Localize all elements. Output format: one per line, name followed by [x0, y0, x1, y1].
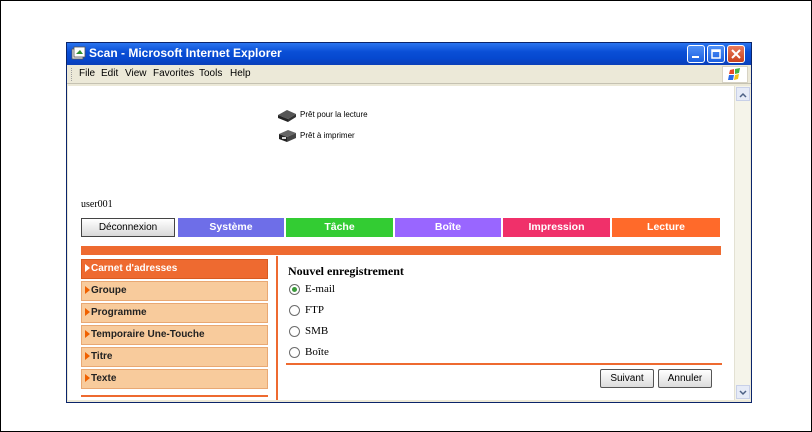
window-title: Scan - Microsoft Internet Explorer: [89, 46, 282, 60]
windows-logo-icon: [722, 66, 748, 83]
sidebar-item-titre[interactable]: Titre: [81, 347, 268, 367]
vertical-divider: [276, 256, 278, 400]
tab-lecture[interactable]: Lecture: [612, 218, 720, 237]
logout-button[interactable]: Déconnexion: [81, 218, 175, 237]
radio-label: E-mail: [305, 283, 335, 295]
sidebar-item-groupe[interactable]: Groupe: [81, 281, 268, 301]
browser-window: Scan - Microsoft Internet Explorer File …: [66, 42, 752, 403]
radio-button[interactable]: [289, 347, 300, 358]
tab-boite[interactable]: Boîte: [395, 218, 501, 237]
menu-favorites[interactable]: Favorites: [153, 68, 194, 79]
sidebar-divider: [81, 395, 268, 397]
minimize-icon: [692, 56, 699, 58]
maximize-button[interactable]: [707, 45, 725, 63]
menu-view[interactable]: View: [125, 68, 147, 79]
maximize-icon: [711, 49, 721, 59]
print-status-text: Prêt à imprimer: [300, 131, 355, 140]
arrow-right-icon: [85, 330, 90, 338]
sidebar-item-label: Groupe: [91, 285, 127, 296]
tab-tache[interactable]: Tâche: [286, 218, 393, 237]
radio-label: SMB: [305, 325, 329, 337]
menu-tools[interactable]: Tools: [199, 68, 222, 79]
arrow-right-icon: [85, 308, 90, 316]
radio-label: FTP: [305, 304, 324, 316]
scroll-down-button[interactable]: [736, 385, 750, 399]
sidebar-item-label: Programme: [91, 307, 147, 318]
form-title: Nouvel enregistrement: [288, 264, 404, 278]
radio-button[interactable]: [289, 305, 300, 316]
sidebar-item-temporaire-une-touche[interactable]: Temporaire Une-Touche: [81, 325, 268, 345]
next-button[interactable]: Suivant: [600, 369, 654, 388]
arrow-right-icon: [85, 374, 90, 382]
menu-file[interactable]: File: [79, 68, 95, 79]
menu-bar: File Edit View Favorites Tools Help: [67, 65, 751, 84]
title-bar: Scan - Microsoft Internet Explorer: [67, 43, 751, 65]
page-content: Prêt pour la lecture Prêt à imprimer use…: [68, 86, 734, 400]
tab-impression[interactable]: Impression: [503, 218, 610, 237]
menu-grip: [71, 68, 73, 81]
menu-edit[interactable]: Edit: [101, 68, 118, 79]
username-label: user001: [81, 199, 113, 210]
radio-label: Boîte: [305, 346, 329, 358]
scroll-up-button[interactable]: [736, 87, 750, 101]
sidebar-item-programme[interactable]: Programme: [81, 303, 268, 323]
sidebar-item-texte[interactable]: Texte: [81, 369, 268, 389]
sidebar-item-label: Carnet d'adresses: [91, 263, 178, 274]
close-icon: [731, 49, 741, 59]
arrow-right-icon: [85, 286, 90, 294]
ie-page-icon: [71, 46, 86, 60]
close-button[interactable]: [727, 45, 745, 63]
sidebar-item-label: Texte: [91, 373, 117, 384]
printer-icon: [279, 130, 296, 142]
vertical-scrollbar[interactable]: [734, 86, 750, 400]
radio-button[interactable]: [289, 326, 300, 337]
cancel-button[interactable]: Annuler: [658, 369, 712, 388]
arrow-right-icon: [85, 264, 90, 272]
chevron-up-icon: [739, 92, 747, 98]
menu-help[interactable]: Help: [230, 68, 251, 79]
sidebar-item-carnet-adresses[interactable]: Carnet d'adresses: [81, 259, 268, 279]
form-divider: [286, 363, 722, 365]
chevron-down-icon: [739, 390, 747, 396]
scan-status-text: Prêt pour la lecture: [300, 110, 368, 119]
radio-button-checked[interactable]: [289, 284, 300, 295]
tab-systeme[interactable]: Système: [178, 218, 284, 237]
sidebar-item-label: Temporaire Une-Touche: [91, 329, 205, 340]
minimize-button[interactable]: [687, 45, 705, 63]
arrow-right-icon: [85, 352, 90, 360]
header-divider: [81, 246, 721, 255]
scanner-icon: [278, 110, 296, 122]
sidebar-item-label: Titre: [91, 351, 113, 362]
